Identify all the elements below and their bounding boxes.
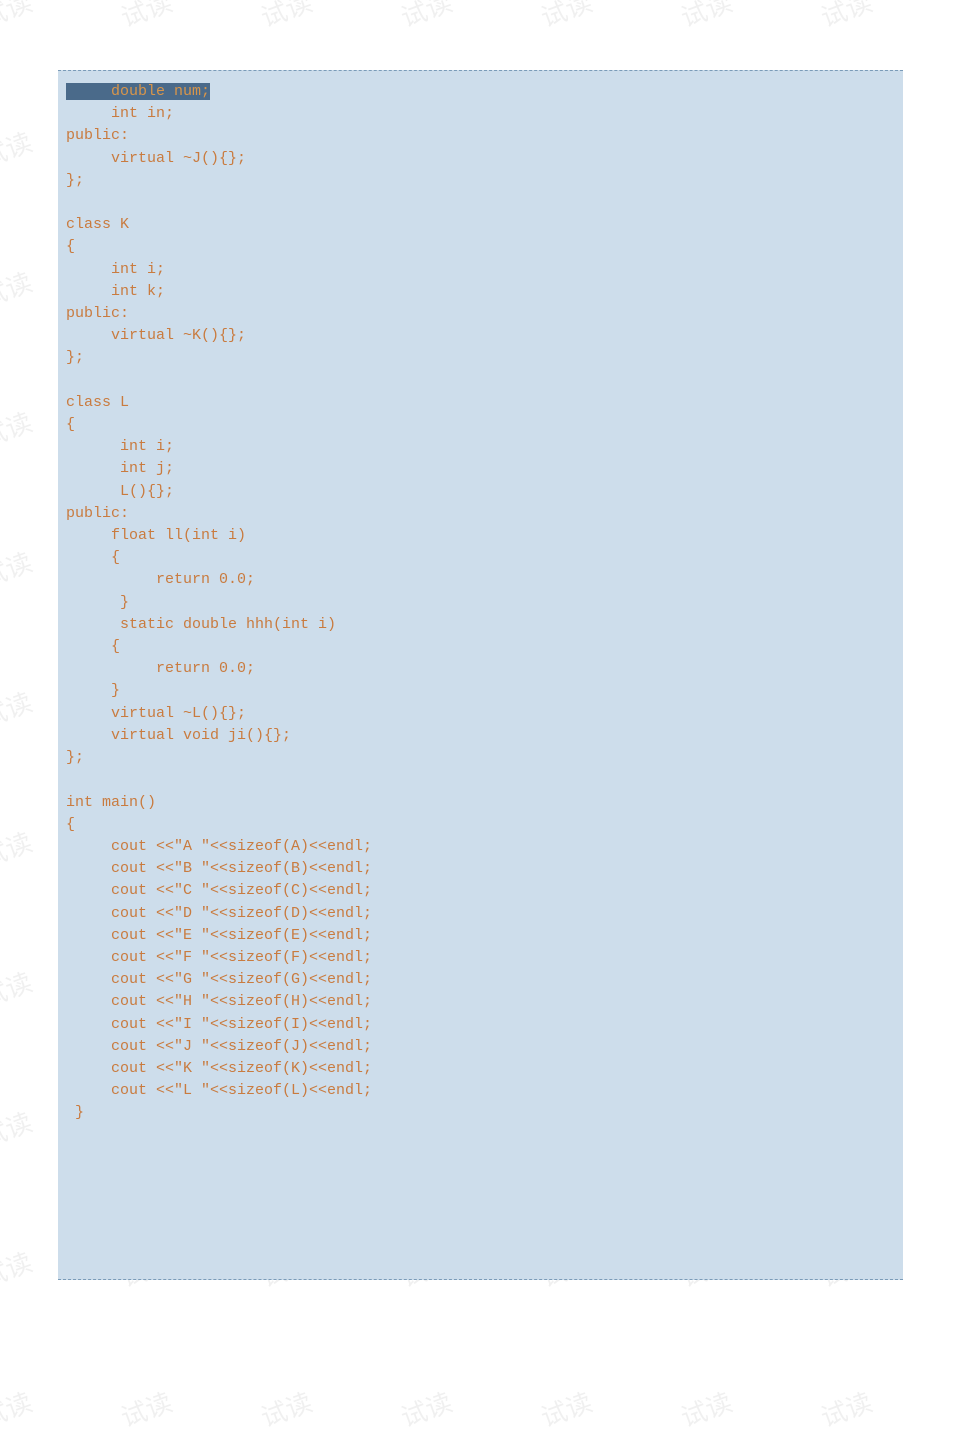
code-block: double num; int in; public: virtual ~J()… — [58, 70, 903, 1280]
code-line: cout <<"J "<<sizeof(J)<<endl; — [66, 1038, 372, 1055]
code-line: }; — [66, 349, 84, 366]
watermark-text: 试读 — [395, 1382, 457, 1435]
code-line: cout <<"B "<<sizeof(B)<<endl; — [66, 860, 372, 877]
code-line: virtual ~K(){}; — [66, 327, 246, 344]
watermark-text: 试读 — [955, 0, 960, 35]
code-line: virtual ~J(){}; — [66, 150, 246, 167]
code-line: double num; — [66, 83, 210, 100]
code-line: }; — [66, 749, 84, 766]
code-line: cout <<"C "<<sizeof(C)<<endl; — [66, 882, 372, 899]
code-line: int in; — [66, 105, 174, 122]
watermark-text: 试读 — [675, 1382, 737, 1435]
code-line: return 0.0; — [66, 660, 255, 677]
code-line: { — [66, 416, 75, 433]
code-line: int main() — [66, 794, 156, 811]
code-line: public: — [66, 505, 129, 522]
code-line: virtual void ji(){}; — [66, 727, 291, 744]
code-line: { — [66, 816, 75, 833]
code-line: cout <<"D "<<sizeof(D)<<endl; — [66, 905, 372, 922]
watermark-text: 试读 — [675, 0, 737, 35]
watermark-text: 试读 — [955, 122, 960, 175]
watermark-text: 试读 — [535, 0, 597, 35]
watermark-text: 试读 — [395, 0, 457, 35]
code-line: cout <<"A "<<sizeof(A)<<endl; — [66, 838, 372, 855]
watermark-text: 试读 — [955, 262, 960, 315]
watermark-text: 试读 — [0, 0, 37, 35]
code-line: int i; — [66, 438, 174, 455]
code-line: cout <<"I "<<sizeof(I)<<endl; — [66, 1016, 372, 1033]
code-line: return 0.0; — [66, 571, 255, 588]
watermark-text: 试读 — [0, 962, 37, 1015]
watermark-text: 试读 — [955, 822, 960, 875]
watermark-text: 试读 — [0, 682, 37, 735]
watermark-text: 试读 — [0, 822, 37, 875]
code-line: public: — [66, 305, 129, 322]
watermark-text: 试读 — [255, 1382, 317, 1435]
code-line: int k; — [66, 283, 165, 300]
watermark-text: 试读 — [955, 1242, 960, 1295]
code-line: cout <<"G "<<sizeof(G)<<endl; — [66, 971, 372, 988]
code-line: cout <<"H "<<sizeof(H)<<endl; — [66, 993, 372, 1010]
code-line: int j; — [66, 460, 174, 477]
watermark-text: 试读 — [955, 1382, 960, 1435]
watermark-text: 试读 — [0, 1242, 37, 1295]
watermark-text: 试读 — [0, 122, 37, 175]
code-line: { — [66, 238, 75, 255]
watermark-text: 试读 — [115, 1382, 177, 1435]
code-line: cout <<"E "<<sizeof(E)<<endl; — [66, 927, 372, 944]
code-line: }; — [66, 172, 84, 189]
code-line: class L — [66, 394, 129, 411]
code-line: } — [66, 1104, 84, 1121]
watermark-text: 试读 — [955, 962, 960, 1015]
code-line: int i; — [66, 261, 165, 278]
code-line: { — [66, 638, 120, 655]
watermark-text: 试读 — [115, 0, 177, 35]
watermark-text: 试读 — [0, 1102, 37, 1155]
watermark-text: 试读 — [0, 402, 37, 455]
watermark-text: 试读 — [955, 682, 960, 735]
watermark-text: 试读 — [0, 262, 37, 315]
watermark-text: 试读 — [535, 1382, 597, 1435]
watermark-text: 试读 — [815, 0, 877, 35]
code-line: cout <<"L "<<sizeof(L)<<endl; — [66, 1082, 372, 1099]
code-line: public: — [66, 127, 129, 144]
watermark-text: 试读 — [255, 0, 317, 35]
watermark-text: 试读 — [815, 1382, 877, 1435]
code-line: L(){}; — [66, 483, 174, 500]
code-line: class K — [66, 216, 129, 233]
code-line: static double hhh(int i) — [66, 616, 336, 633]
code-line: float ll(int i) — [66, 527, 246, 544]
watermark-text: 试读 — [0, 542, 37, 595]
code-line: virtual ~L(){}; — [66, 705, 246, 722]
watermark-text: 试读 — [955, 402, 960, 455]
watermark-text: 试读 — [955, 1102, 960, 1155]
code-line: cout <<"K "<<sizeof(K)<<endl; — [66, 1060, 372, 1077]
watermark-text: 试读 — [0, 1382, 37, 1435]
code-line: } — [66, 594, 129, 611]
code-line: } — [66, 682, 120, 699]
watermark-text: 试读 — [955, 542, 960, 595]
code-line: { — [66, 549, 120, 566]
code-line: cout <<"F "<<sizeof(F)<<endl; — [66, 949, 372, 966]
